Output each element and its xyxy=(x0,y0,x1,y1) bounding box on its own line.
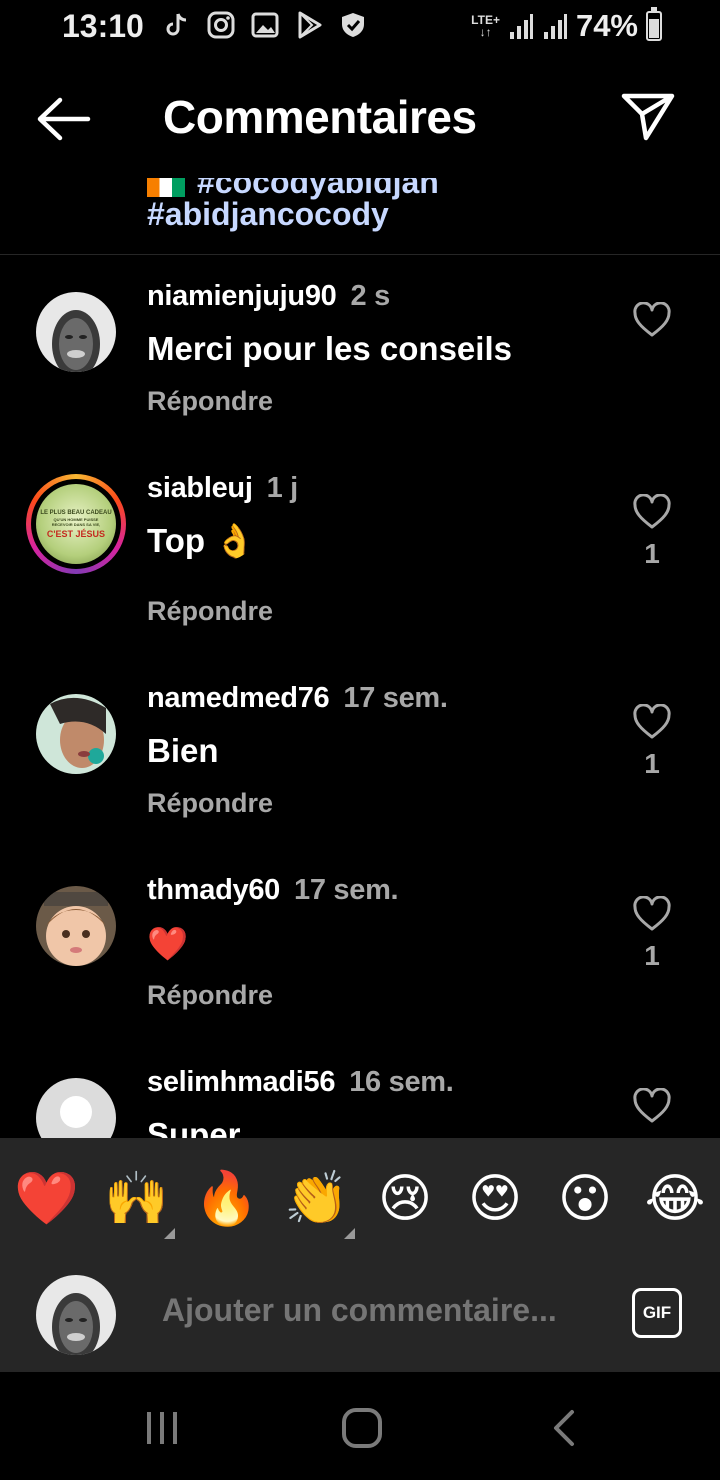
ivory-coast-flag-icon xyxy=(147,178,185,197)
back-arrow-icon[interactable] xyxy=(34,94,92,144)
header: Commentaires xyxy=(0,70,720,166)
like-count: 1 xyxy=(644,538,660,569)
comment-username[interactable]: selimhmadi56 16 sem. xyxy=(147,1066,454,1099)
heart-icon[interactable] xyxy=(632,494,672,530)
nav-back-icon[interactable] xyxy=(548,1408,578,1448)
reply-button[interactable]: Répondre xyxy=(147,980,273,1011)
emoji-surprised[interactable]: 😮 xyxy=(554,1168,616,1230)
shield-icon xyxy=(342,13,364,37)
emoji-crying[interactable]: 😢 xyxy=(374,1168,436,1230)
emoji-clapping[interactable]: 👏 xyxy=(284,1168,349,1230)
status-right: LTE+ ↓↑ 74% xyxy=(471,7,662,44)
emoji-fire[interactable]: 🔥 xyxy=(194,1168,259,1230)
hashtag-link[interactable]: #abidjancocody xyxy=(147,196,389,233)
comment-username[interactable]: thmady60 17 sem. xyxy=(147,874,399,907)
comment-username[interactable]: siableuj 1 j xyxy=(147,472,298,505)
comment-username[interactable]: niamienjuju90 2 s xyxy=(147,280,390,313)
reply-button[interactable]: Répondre xyxy=(147,386,273,417)
story-avatar[interactable]: LE PLUS BEAU CADEAU QU'UN HOMME PUISSE R… xyxy=(26,474,126,574)
user-avatar xyxy=(36,1275,116,1355)
emoji-raised-hands[interactable]: 🙌 xyxy=(104,1168,169,1230)
avatar[interactable] xyxy=(36,886,116,966)
avatar-image: LE PLUS BEAU CADEAU QU'UN HOMME PUISSE R… xyxy=(36,484,116,564)
comment-time: 2 s xyxy=(350,280,391,312)
heart-icon[interactable] xyxy=(632,302,672,338)
comment-text: Super xyxy=(147,1116,241,1138)
battery-icon xyxy=(646,7,662,41)
comment-time: 1 j xyxy=(266,472,299,504)
status-icons xyxy=(162,10,368,40)
comment-input-bar: GIF xyxy=(0,1258,720,1372)
emoji-heart[interactable]: ❤️ xyxy=(14,1168,79,1230)
comment-input[interactable] xyxy=(162,1292,602,1329)
comment-time: 17 sem. xyxy=(294,874,399,906)
skin-tone-indicator xyxy=(344,1228,355,1239)
instagram-icon xyxy=(207,11,235,39)
post-caption: #cocodyabidjan #abidjancocody xyxy=(147,160,667,240)
heart-icon[interactable] xyxy=(632,896,672,932)
comment-time: 17 sem. xyxy=(343,682,448,714)
heart-icon[interactable] xyxy=(632,704,672,740)
default-avatar[interactable] xyxy=(36,1078,116,1138)
recent-apps-icon[interactable] xyxy=(144,1410,180,1446)
comment-text: Bien xyxy=(147,732,219,769)
comment-time: 16 sem. xyxy=(349,1066,454,1098)
signal-icon xyxy=(509,14,533,39)
comment-username[interactable]: namedmed76 17 sem. xyxy=(147,682,448,715)
emoji-laughing[interactable]: 😂 xyxy=(644,1168,706,1230)
tiktok-icon xyxy=(166,13,187,36)
status-time: 13:10 xyxy=(62,8,144,44)
play-store-icon xyxy=(298,11,322,39)
comment-text: Merci pour les conseils xyxy=(147,330,512,367)
network-type: LTE+ ↓↑ xyxy=(471,13,500,39)
like-count: 1 xyxy=(644,940,660,971)
system-nav-bar xyxy=(0,1372,720,1480)
comments-list: niamienjuju90 2 s Merci pour les conseils… xyxy=(0,256,720,1138)
emoji-heart-eyes[interactable]: 😍 xyxy=(464,1168,526,1230)
home-icon[interactable] xyxy=(342,1408,382,1448)
gif-button[interactable]: GIF xyxy=(632,1288,682,1338)
paper-plane-icon[interactable] xyxy=(620,88,678,144)
reply-button[interactable]: Répondre xyxy=(147,596,273,627)
status-bar: 13:10 LTE+ ↓↑ 74% xyxy=(0,0,720,56)
avatar[interactable] xyxy=(36,292,116,372)
comment-text: Top 👌 xyxy=(147,522,256,559)
comment-text: ❤️ xyxy=(147,924,189,963)
signal-icon xyxy=(543,14,567,39)
heart-icon[interactable] xyxy=(632,1088,672,1124)
skin-tone-indicator xyxy=(164,1228,175,1239)
reply-button[interactable]: Répondre xyxy=(147,788,273,819)
emoji-quick-bar: ❤️ 🙌 🔥 👏 😢 😍 😮 😂 xyxy=(0,1138,720,1258)
divider xyxy=(0,254,720,255)
gallery-icon xyxy=(251,12,279,38)
like-count: 1 xyxy=(644,748,660,779)
battery-percent: 74% xyxy=(575,8,638,43)
avatar[interactable] xyxy=(36,694,116,774)
page-title: Commentaires xyxy=(163,91,477,143)
